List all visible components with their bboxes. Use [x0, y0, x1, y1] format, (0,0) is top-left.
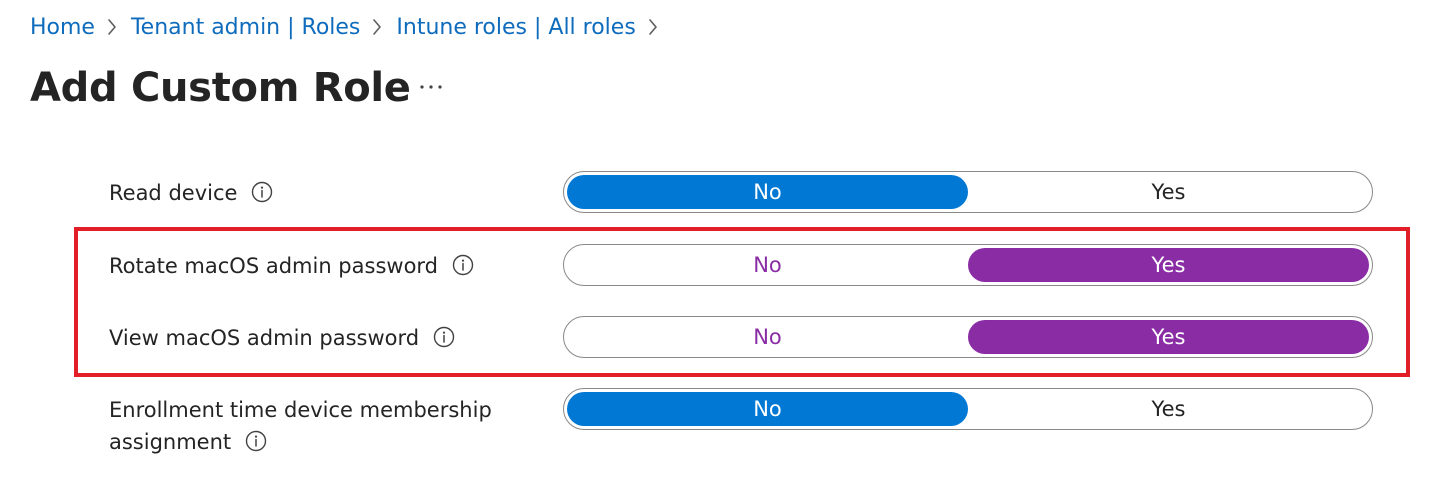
setting-label-enrollment-time-device-membership-assignment: Enrollment time device membership assign…: [109, 394, 492, 458]
option-no[interactable]: No: [567, 392, 968, 426]
info-icon[interactable]: [452, 254, 474, 276]
option-no[interactable]: No: [567, 175, 968, 209]
setting-label-text: Rotate macOS admin password: [109, 254, 439, 278]
setting-label-text-line2: assignment: [109, 430, 232, 454]
chevron-right-icon: [107, 18, 117, 36]
setting-label-text-line1: Enrollment time device membership: [109, 398, 492, 422]
page-title: Add Custom Role: [30, 65, 411, 111]
setting-label-text: View macOS admin password: [109, 326, 420, 350]
info-icon[interactable]: [245, 430, 267, 452]
more-horizontal-icon: [420, 85, 442, 89]
more-options-button[interactable]: [416, 72, 446, 102]
option-no[interactable]: No: [567, 320, 968, 354]
option-yes[interactable]: Yes: [968, 320, 1369, 354]
toggle-view-macos-admin-password: No Yes: [563, 316, 1373, 358]
option-no[interactable]: No: [567, 248, 968, 282]
toggle-rotate-macos-admin-password: No Yes: [563, 244, 1373, 286]
breadcrumb: Home Tenant admin | Roles Intune roles |…: [30, 10, 672, 44]
setting-label-rotate-macos-admin-password: Rotate macOS admin password: [109, 250, 474, 282]
toggle-enrollment-time-device-membership-assignment: No Yes: [563, 388, 1373, 430]
chevron-right-icon: [372, 18, 382, 36]
chevron-right-icon: [648, 18, 658, 36]
info-icon[interactable]: [433, 326, 455, 348]
info-icon[interactable]: [251, 181, 273, 203]
breadcrumb-intune-roles[interactable]: Intune roles | All roles: [396, 15, 635, 40]
toggle-read-device: No Yes: [563, 171, 1373, 213]
breadcrumb-tenant-admin-roles[interactable]: Tenant admin | Roles: [131, 15, 360, 40]
option-yes[interactable]: Yes: [968, 248, 1369, 282]
option-yes[interactable]: Yes: [968, 392, 1369, 426]
setting-label-text: Read device: [109, 181, 238, 205]
setting-label-read-device: Read device: [109, 177, 273, 209]
option-yes[interactable]: Yes: [968, 175, 1369, 209]
setting-label-view-macos-admin-password: View macOS admin password: [109, 322, 455, 354]
breadcrumb-home[interactable]: Home: [30, 15, 95, 40]
